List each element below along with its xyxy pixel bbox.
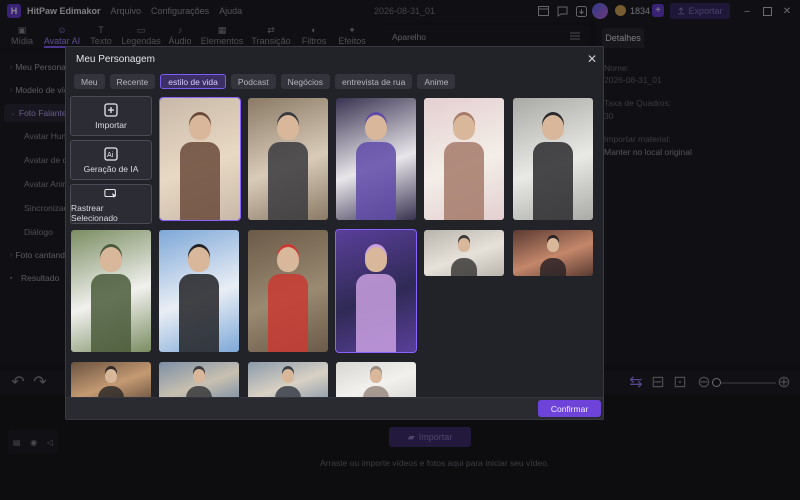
avatar-head <box>365 115 387 141</box>
avatar-card-man-hoodie-studio[interactable] <box>336 98 416 220</box>
category-entrevista-de-rua[interactable]: entrevista de rua <box>335 74 413 89</box>
avatar-body <box>533 141 573 220</box>
avatar-head <box>100 247 122 273</box>
avatar-head <box>277 115 299 141</box>
avatar-head <box>370 369 382 383</box>
avatar-card-woman-flowers[interactable] <box>424 98 504 220</box>
avatar-head <box>365 247 387 273</box>
avatar-body <box>444 141 484 220</box>
avatar-body <box>91 273 131 352</box>
avatar-body <box>356 141 396 220</box>
avatar-head <box>193 369 205 383</box>
ai-generation-button[interactable]: Ai Geração de IA <box>70 140 152 180</box>
category-estilo-de-vida[interactable]: estilo de vida <box>160 74 226 89</box>
avatar-head <box>542 115 564 141</box>
avatar-card-man-cafe[interactable] <box>71 362 151 402</box>
avatar-card-man-climbing[interactable] <box>248 230 328 352</box>
avatar-head <box>282 369 294 383</box>
my-character-dialog: Meu Personagem ✕ Meu Recente estilo de v… <box>65 46 604 420</box>
avatar-head <box>453 115 475 141</box>
import-button[interactable]: Importar <box>70 96 152 136</box>
confirm-button[interactable]: Confirmar <box>538 400 601 417</box>
avatar-body <box>356 273 396 352</box>
import-label: Importar <box>95 119 127 130</box>
avatar-card-woman-neon-room[interactable] <box>335 229 417 353</box>
avatar-card-woman-white-outfit[interactable] <box>71 230 151 352</box>
category-meu[interactable]: Meu <box>74 74 105 89</box>
category-negocios[interactable]: Negócios <box>280 74 330 89</box>
category-anime[interactable]: Anime <box>417 74 456 89</box>
avatar-body <box>180 141 220 220</box>
ai-icon: Ai <box>104 146 118 161</box>
avatar-card-woman-bright-room[interactable] <box>336 362 416 402</box>
category-recente[interactable]: Recente <box>109 74 156 89</box>
avatar-body <box>540 257 566 276</box>
svg-text:Ai: Ai <box>107 152 114 159</box>
avatar-head <box>105 369 117 383</box>
avatar-card-woman-kitchen[interactable] <box>159 97 241 221</box>
plus-square-icon <box>104 102 118 117</box>
close-icon[interactable]: ✕ <box>586 53 598 65</box>
track-select-icon <box>104 186 118 200</box>
dialog-footer <box>66 397 603 419</box>
avatar-card-woman-yoga[interactable] <box>424 230 504 276</box>
avatar-card-woman-mountain[interactable] <box>159 362 239 402</box>
avatar-body <box>451 257 477 276</box>
avatar-card-man-ski[interactable] <box>159 230 239 352</box>
avatar-card-woman-gym[interactable] <box>513 98 593 220</box>
track-selected-label: Rastrear Selecionado <box>71 202 118 223</box>
avatar-body <box>268 141 308 220</box>
track-selected-button[interactable]: Rastrear Selecionado <box>70 184 152 224</box>
avatar-card-man-street[interactable] <box>248 362 328 402</box>
ai-generation-label: Geração de IA <box>83 163 139 174</box>
avatar-card-woman-desk-warm[interactable] <box>513 230 593 276</box>
avatar-head <box>189 115 211 141</box>
avatar-body <box>179 273 219 352</box>
avatar-head <box>277 247 299 273</box>
avatar-card-man-cooking[interactable] <box>248 98 328 220</box>
avatar-head <box>188 247 210 273</box>
avatar-grid <box>71 96 598 402</box>
category-tabs: Meu Recente estilo de vida Podcast Negóc… <box>74 74 456 89</box>
avatar-head <box>547 238 559 253</box>
avatar-body <box>268 273 308 352</box>
category-podcast[interactable]: Podcast <box>230 74 276 89</box>
dialog-title: Meu Personagem <box>76 54 155 65</box>
avatar-head <box>458 238 470 253</box>
